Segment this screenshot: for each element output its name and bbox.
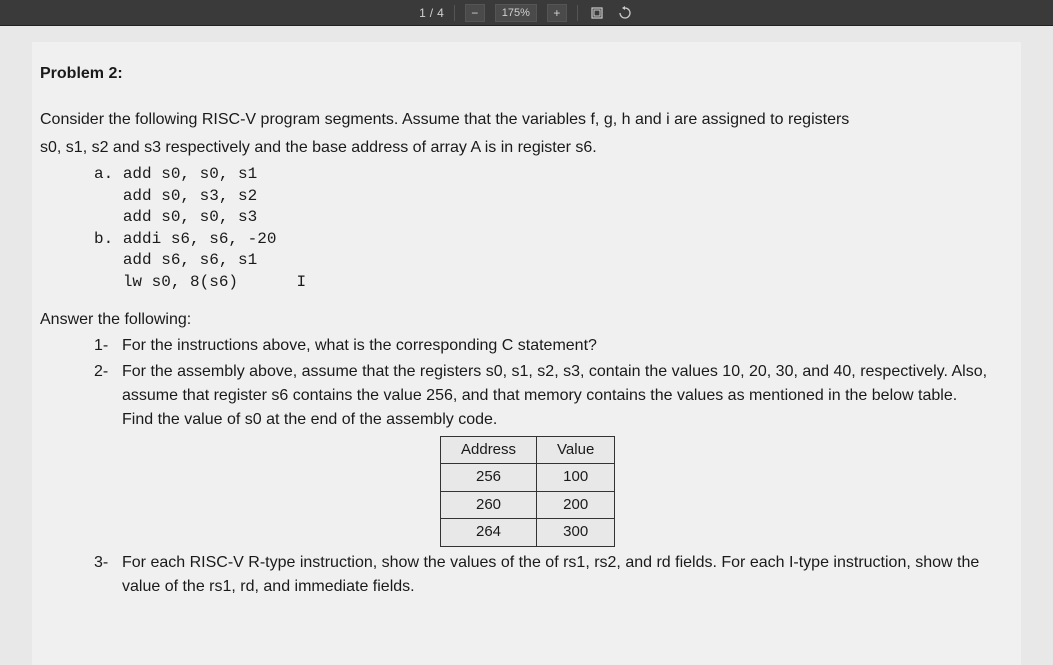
zoom-out-button[interactable]: − bbox=[465, 4, 485, 22]
question-text: For the assembly above, assume that the … bbox=[122, 360, 1013, 432]
question-1: 1- For the instructions above, what is t… bbox=[94, 334, 1013, 358]
text-cursor: I bbox=[296, 273, 306, 291]
memory-table: Address Value 256 100 260 200 264 300 bbox=[440, 436, 615, 547]
page-total: 4 bbox=[437, 6, 444, 20]
question-list-continued: 3- For each RISC-V R-type instruction, s… bbox=[94, 551, 1013, 599]
question-number: 3- bbox=[94, 551, 122, 599]
toolbar-divider bbox=[577, 5, 578, 21]
answer-header: Answer the following: bbox=[40, 308, 1013, 332]
table-row: 260 200 bbox=[441, 491, 615, 519]
question-number: 2- bbox=[94, 360, 122, 432]
zoom-level[interactable]: 175% bbox=[495, 4, 537, 22]
intro-text-line1: Consider the following RISC-V program se… bbox=[40, 108, 1013, 132]
question-2: 2- For the assembly above, assume that t… bbox=[94, 360, 1013, 432]
rotate-icon[interactable] bbox=[616, 4, 634, 22]
page-current: 1 bbox=[419, 6, 426, 20]
pdf-toolbar: 1 / 4 − 175% + bbox=[0, 0, 1053, 26]
question-list: 1- For the instructions above, what is t… bbox=[94, 334, 1013, 432]
document-viewport: Problem 2: Consider the following RISC-V… bbox=[0, 26, 1053, 665]
table-header-row: Address Value bbox=[441, 436, 615, 464]
fit-page-icon[interactable] bbox=[588, 4, 606, 22]
header-value: Value bbox=[537, 436, 615, 464]
page-indicator: 1 / 4 bbox=[419, 6, 444, 20]
header-address: Address bbox=[441, 436, 537, 464]
intro-text-line2: s0, s1, s2 and s3 respectively and the b… bbox=[40, 136, 1013, 160]
document-page: Problem 2: Consider the following RISC-V… bbox=[32, 42, 1021, 665]
question-number: 1- bbox=[94, 334, 122, 358]
toolbar-divider bbox=[454, 5, 455, 21]
table-row: 264 300 bbox=[441, 519, 615, 547]
table-row: 256 100 bbox=[441, 464, 615, 492]
assembly-code: a. add s0, s0, s1 add s0, s3, s2 add s0,… bbox=[94, 164, 1013, 294]
question-text: For the instructions above, what is the … bbox=[122, 334, 1013, 358]
question-3: 3- For each RISC-V R-type instruction, s… bbox=[94, 551, 1013, 599]
problem-title: Problem 2: bbox=[40, 62, 1013, 86]
question-text: For each RISC-V R-type instruction, show… bbox=[122, 551, 1013, 599]
zoom-in-button[interactable]: + bbox=[547, 4, 567, 22]
